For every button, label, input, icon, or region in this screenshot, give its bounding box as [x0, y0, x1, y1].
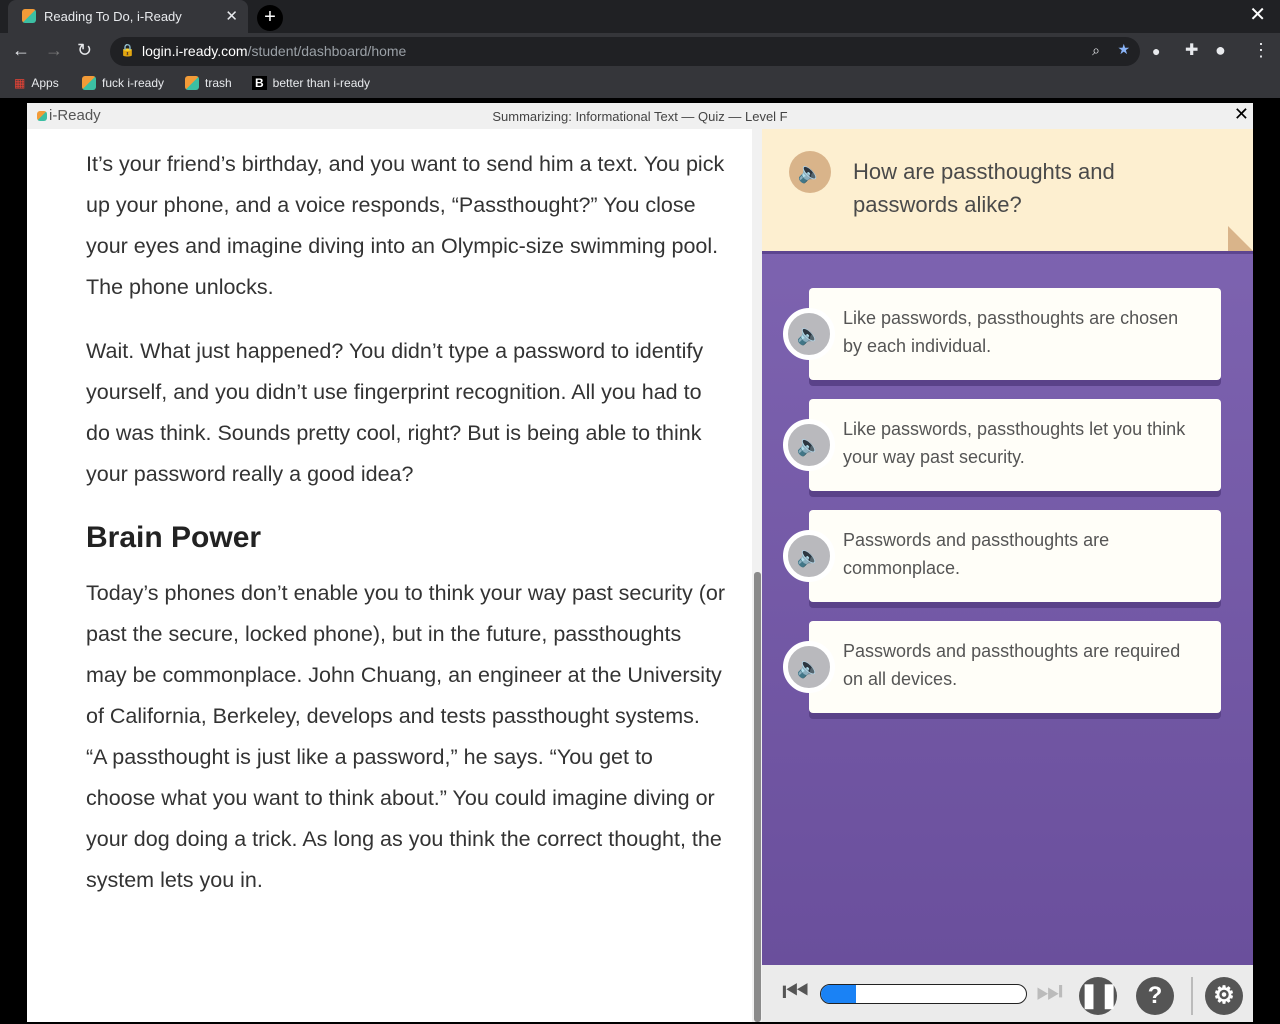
- lock-icon: 🔒: [120, 43, 135, 57]
- zoom-icon[interactable]: ⌕: [1092, 42, 1100, 59]
- adblock-icon[interactable]: ●: [1152, 43, 1160, 59]
- bookmark-apps[interactable]: ▦ Apps: [14, 76, 59, 90]
- close-lesson-button[interactable]: ✕: [1234, 104, 1249, 125]
- iready-icon: [185, 76, 199, 90]
- bookmarks-bar: ▦ Apps fuck i-ready trash Bbetter than i-…: [0, 70, 1280, 98]
- progress-fill: [821, 985, 856, 1003]
- reload-icon[interactable]: ↻: [77, 40, 92, 61]
- progress-bar: [820, 984, 1027, 1004]
- speaker-icon[interactable]: 🔈: [783, 530, 835, 582]
- profile-icon[interactable]: ●: [1215, 40, 1226, 61]
- extensions-icon[interactable]: ✚: [1185, 40, 1198, 60]
- b-icon: B: [252, 76, 267, 90]
- answer-option[interactable]: 🔈 Like passwords, passthoughts are chosen…: [783, 288, 1221, 380]
- window-close-button[interactable]: ✕: [1249, 2, 1266, 27]
- apps-grid-icon: ▦: [14, 76, 26, 90]
- forward-icon[interactable]: →: [45, 40, 63, 61]
- scrollbar-thumb[interactable]: [754, 572, 761, 1022]
- skip-back-icon[interactable]: ⏮: [782, 975, 809, 1009]
- passage-paragraph: Today’s phones don’t enable you to think…: [86, 581, 725, 892]
- toolbar-divider: [1191, 977, 1193, 1015]
- back-icon[interactable]: ←: [12, 40, 30, 61]
- passage-scrollbar[interactable]: [752, 129, 762, 1022]
- passage-paragraph: Wait. What just happened? You didn’t typ…: [86, 339, 704, 486]
- speaker-icon[interactable]: 🔈: [789, 151, 831, 193]
- lesson-toolbar: ⏮ ⏭ ❚❚ ? ⚙: [762, 965, 1253, 1022]
- reading-passage: It’s your friend’s birthday, and you wan…: [27, 129, 752, 1022]
- tab-close-icon[interactable]: ✕: [225, 7, 238, 25]
- bookmark-2[interactable]: trash: [185, 76, 232, 90]
- answer-option[interactable]: 🔈 Passwords and passthoughts are commonpl…: [783, 510, 1221, 602]
- speaker-icon[interactable]: 🔈: [783, 419, 835, 471]
- new-tab-button[interactable]: +: [257, 5, 283, 31]
- iready-icon: [82, 76, 96, 90]
- speaker-icon[interactable]: 🔈: [783, 641, 835, 693]
- page-fold: [1228, 226, 1253, 251]
- bookmark-3[interactable]: Bbetter than i-ready: [252, 76, 370, 90]
- question-box: 🔈 How are passthoughts and passwords ali…: [762, 129, 1253, 251]
- settings-button[interactable]: ⚙: [1205, 977, 1243, 1015]
- answer-option[interactable]: 🔈 Passwords and passthoughts are required…: [783, 621, 1221, 713]
- nav-bar: ← → ↻ 🔒 login.i-ready.com/student/dashbo…: [0, 33, 1280, 70]
- url-path: /student/dashboard/home: [247, 43, 407, 59]
- url-host: login.i-ready.com: [142, 43, 248, 59]
- iready-favicon-icon: [22, 9, 36, 23]
- menu-icon[interactable]: ⋮: [1252, 40, 1270, 61]
- section-heading: Brain Power: [86, 521, 262, 554]
- help-button[interactable]: ?: [1136, 977, 1174, 1015]
- star-icon[interactable]: ★: [1117, 41, 1130, 58]
- lesson-title: Summarizing: Informational Text — Quiz —…: [492, 109, 788, 124]
- browser-tab[interactable]: Reading To Do, i-Ready ✕: [8, 0, 248, 33]
- app-header: i-Ready Summarizing: Informational Text …: [27, 103, 1253, 129]
- address-bar[interactable]: 🔒 login.i-ready.com/student/dashboard/ho…: [110, 37, 1140, 66]
- pause-button[interactable]: ❚❚: [1079, 977, 1119, 1015]
- speaker-icon[interactable]: 🔈: [783, 308, 835, 360]
- question-text: How are passthoughts and passwords alike…: [853, 159, 1115, 217]
- passage-paragraph: It’s your friend’s birthday, and you wan…: [86, 152, 725, 299]
- answer-option[interactable]: 🔈 Like passwords, passthoughts let you th…: [783, 399, 1221, 491]
- skip-forward-icon[interactable]: ⏭: [1036, 975, 1063, 1009]
- bookmark-1[interactable]: fuck i-ready: [82, 76, 164, 90]
- tab-title: Reading To Do, i-Ready: [44, 9, 182, 24]
- tab-bar: Reading To Do, i-Ready ✕ + ✕: [0, 0, 1280, 33]
- question-panel: 🔈 How are passthoughts and passwords ali…: [762, 129, 1253, 965]
